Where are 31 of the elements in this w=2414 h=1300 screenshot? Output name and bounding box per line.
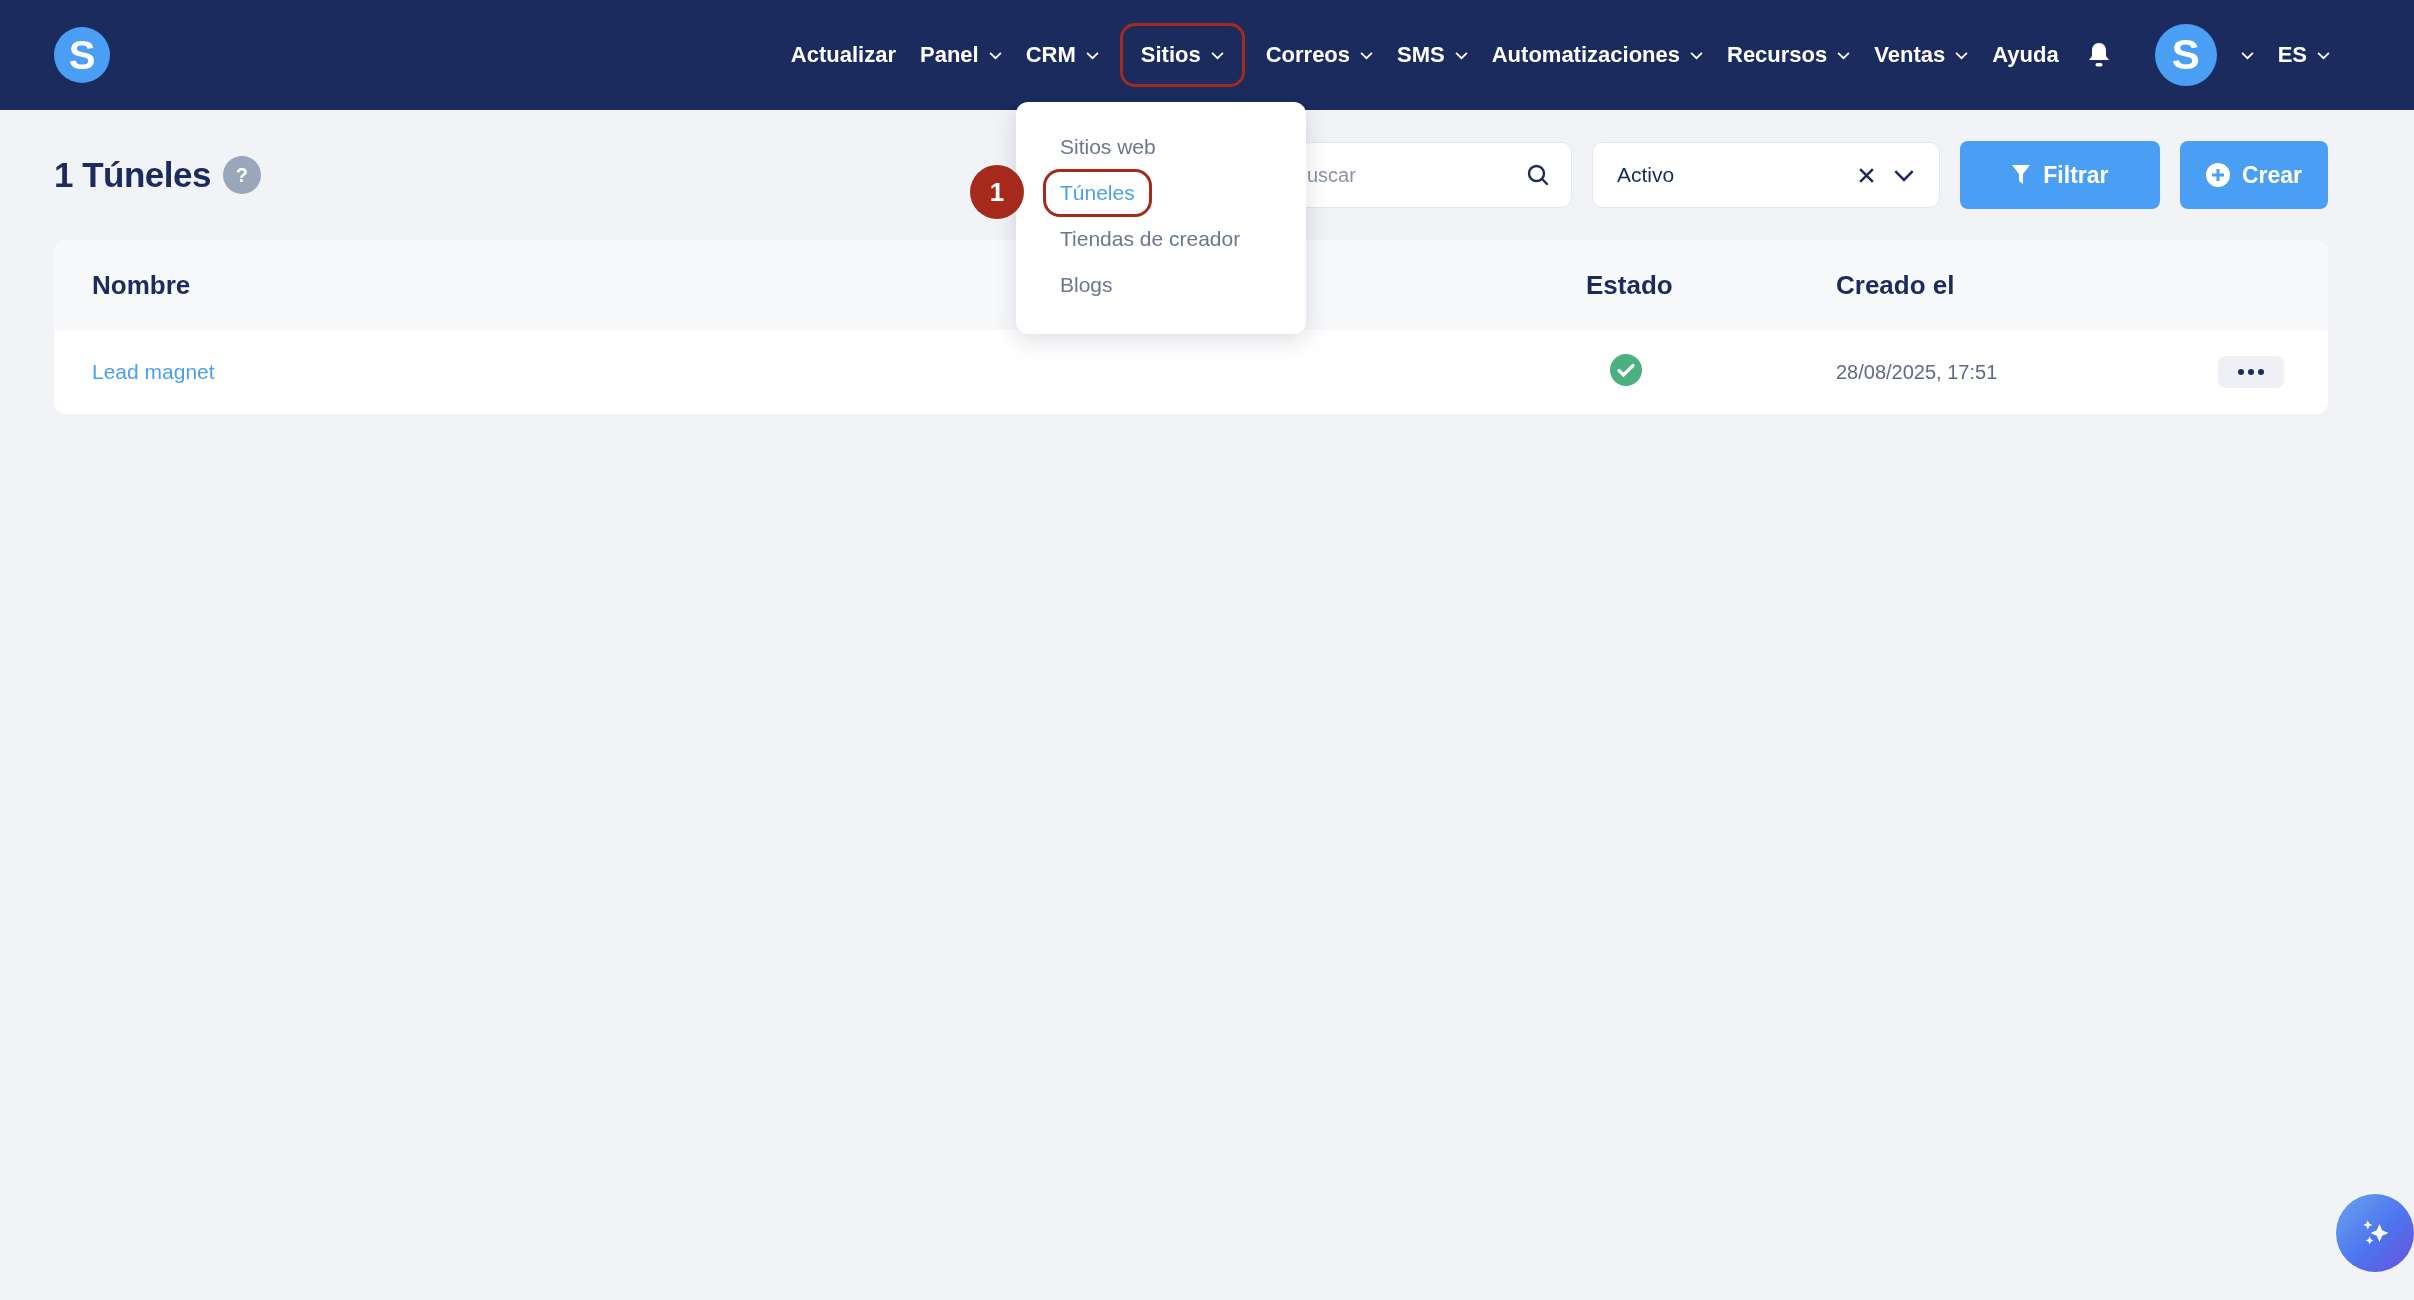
column-header: Estado [1586,269,1673,301]
page-title: 1 Túneles [54,155,211,195]
more-button[interactable] [2218,356,2284,388]
column-header: Nombre [92,269,191,301]
nav-item[interactable]: Ayuda [1992,42,2059,68]
clear-icon[interactable] [1857,166,1875,184]
bell-icon[interactable] [2086,42,2111,68]
menu-item[interactable]: Tiendas de creador [1046,218,1255,260]
menu-item[interactable]: Blogs [1046,264,1127,306]
nav-item[interactable]: Sitios [1122,26,1242,84]
caret-icon [2240,50,2254,60]
table-cell: 28/08/2025, 17:51 [1836,360,1998,384]
nav-item[interactable]: Ventas [1874,42,1969,68]
nav-item[interactable]: Panel [919,42,1002,68]
more-icon [2238,369,2264,375]
funnel-icon [2011,164,2032,186]
status-select[interactable]: Activo [1591,142,1940,208]
column-header: Creado el [1836,269,1955,301]
search-icon [1525,163,1550,187]
caret-icon [2317,50,2330,60]
nav-item[interactable]: Correos [1265,42,1374,68]
nav-item[interactable]: Recursos [1727,42,1851,68]
plus-circle-icon [2205,163,2230,187]
nav-item[interactable]: Automatizaciones [1491,42,1703,68]
nav-item[interactable]: Actualizar [790,42,896,68]
language-selector[interactable]: ES [2277,42,2330,68]
nav-item[interactable]: SMS [1397,42,1468,68]
chevron-icon [1892,168,1915,182]
nav-item[interactable]: CRM [1025,42,1099,68]
step-badge: 1 [970,165,1024,219]
menu-item[interactable]: Sitios web [1046,126,1170,168]
